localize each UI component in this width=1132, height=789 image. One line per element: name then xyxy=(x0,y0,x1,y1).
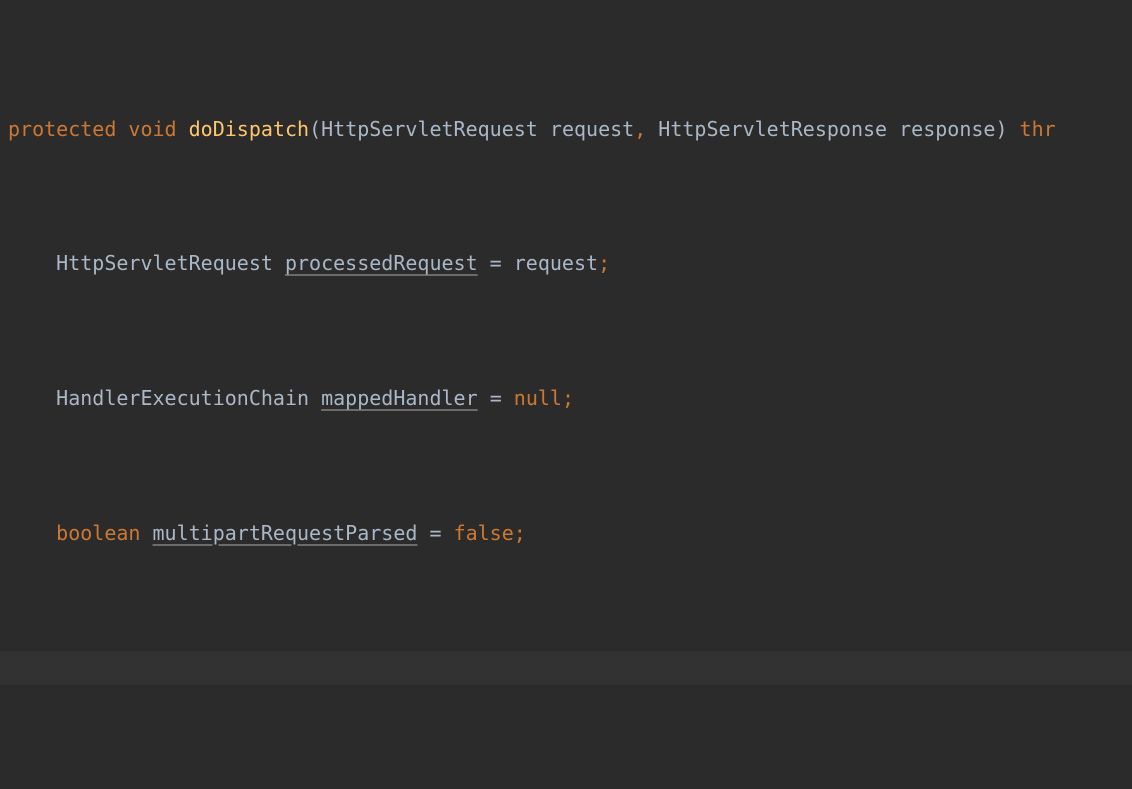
code-line[interactable]: WebAsyncManager asyncManager = WebAsyncU… xyxy=(0,786,1132,789)
param-type: HttpServletResponse xyxy=(658,117,887,141)
code-line[interactable]: HandlerExecutionChain mappedHandler = nu… xyxy=(0,382,1132,416)
param-type: HttpServletRequest xyxy=(321,117,538,141)
kw-throws: thr xyxy=(1020,117,1056,141)
code-line[interactable]: boolean multipartRequestParsed = false; xyxy=(0,517,1132,551)
param-name: request xyxy=(550,117,634,141)
op: = xyxy=(429,521,441,545)
kw-protected: protected xyxy=(8,117,116,141)
kw-null: null xyxy=(514,386,562,410)
op: = xyxy=(490,251,502,275)
var-type: HandlerExecutionChain xyxy=(56,386,309,410)
code-editor[interactable]: protected void doDispatch(HttpServletReq… xyxy=(0,0,1132,789)
var-name: mappedHandler xyxy=(321,386,478,410)
code-line-current[interactable] xyxy=(0,651,1132,685)
var-name: processedRequest xyxy=(285,251,478,275)
var-ref: request xyxy=(514,251,598,275)
var-type: boolean xyxy=(56,521,140,545)
kw-void: void xyxy=(128,117,176,141)
var-type: HttpServletRequest xyxy=(56,251,273,275)
op: = xyxy=(490,386,502,410)
param-name: response xyxy=(899,117,995,141)
code-line[interactable]: protected void doDispatch(HttpServletReq… xyxy=(0,113,1132,147)
kw-false: false xyxy=(454,521,514,545)
var-name: multipartRequestParsed xyxy=(153,521,418,545)
current-line-highlight xyxy=(0,651,1132,685)
method-name: doDispatch xyxy=(189,117,309,141)
code-line[interactable]: HttpServletRequest processedRequest = re… xyxy=(0,247,1132,281)
